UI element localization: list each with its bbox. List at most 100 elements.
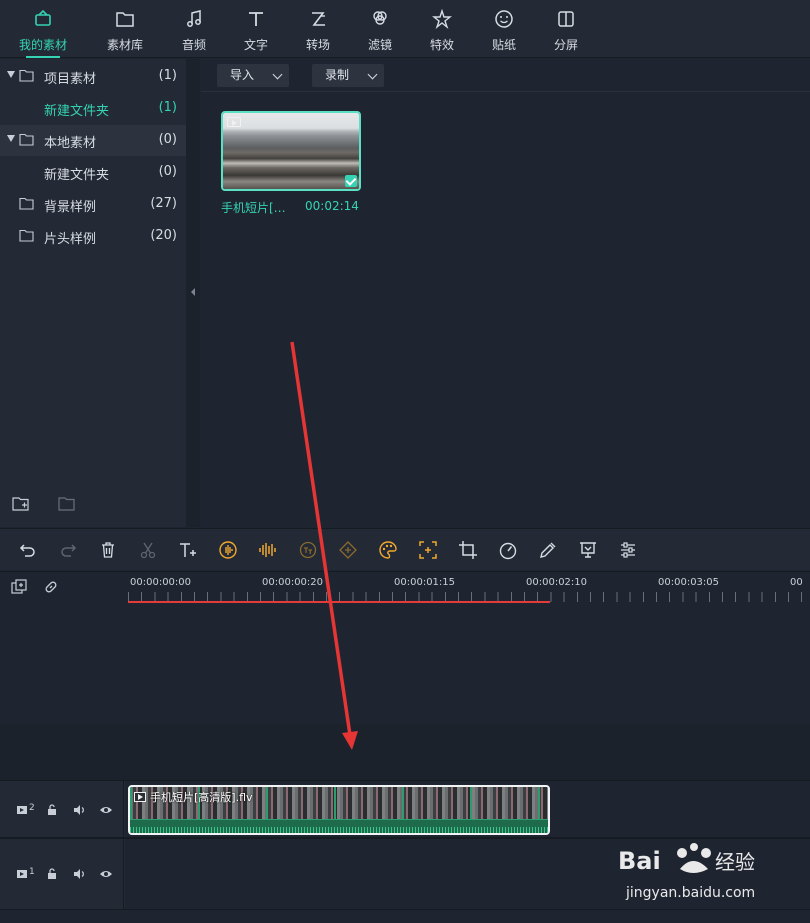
filter-icon	[373, 11, 387, 25]
speed-tt-button[interactable]	[298, 540, 318, 560]
record-label: 录制	[325, 68, 350, 82]
tt-circle-icon	[299, 541, 317, 559]
collapse-arrow-icon[interactable]	[191, 288, 195, 296]
nav-label: 素材库	[106, 38, 143, 52]
lock-icon[interactable]	[45, 803, 59, 817]
expand-caret-icon[interactable]	[7, 71, 15, 78]
cut-button[interactable]	[138, 540, 158, 560]
tree-item-label: 项目素材	[44, 72, 97, 87]
played-range-bar	[128, 601, 550, 603]
lock-icon[interactable]	[45, 867, 59, 881]
speaker-icon[interactable]	[72, 867, 86, 881]
color-button[interactable]	[378, 540, 398, 560]
link-icon[interactable]	[43, 579, 59, 595]
focus-plus-icon	[419, 541, 437, 559]
redo-icon	[61, 544, 77, 557]
import-dropdown[interactable]: 导入	[217, 64, 289, 87]
ruler-label: 00:00:03:05	[658, 577, 720, 588]
nav-filter[interactable]: 滤镜	[349, 6, 411, 56]
nav-audio[interactable]: 音频	[163, 6, 225, 56]
audio-mix-button[interactable]	[258, 540, 278, 560]
keyframe-button[interactable]	[338, 540, 358, 560]
speaker-icon[interactable]	[72, 803, 86, 817]
track-lane[interactable]: 手机短片[高清版].flv	[125, 781, 810, 837]
tree-item-local-media[interactable]: 本地素材 (0)	[0, 125, 186, 156]
tree-item-intro-samples[interactable]: 片头样例 (20)	[0, 221, 186, 252]
green-screen-button[interactable]	[578, 540, 598, 560]
video-type-icon	[134, 792, 146, 802]
nav-label: 音频	[181, 38, 206, 52]
tree-item-count: (1)	[158, 68, 177, 83]
nav-sticker[interactable]: 贴纸	[473, 6, 535, 56]
folder-icon[interactable]	[58, 496, 76, 512]
watermark-url: jingyan.baidu.com	[626, 885, 756, 901]
adjust-button[interactable]	[618, 540, 638, 560]
new-folder-icon[interactable]	[12, 496, 30, 512]
chevron-down-icon	[272, 69, 283, 80]
tree-item-count: (27)	[150, 196, 177, 211]
color-picker-button[interactable]	[538, 540, 558, 560]
record-dropdown[interactable]: 录制	[312, 64, 384, 87]
tree-item-count: (0)	[158, 164, 177, 179]
empty-track-lane	[0, 724, 810, 780]
speed-button[interactable]	[498, 540, 518, 560]
add-text-button[interactable]	[178, 540, 198, 560]
freeze-frame-button[interactable]	[418, 540, 438, 560]
ruler-label: 00:00:01:15	[394, 577, 456, 588]
folder-tree: 项目素材 (1) 新建文件夹 (1) 本地素材 (0) 新建文件夹 (0) 背景…	[0, 59, 186, 527]
tree-item-count: (20)	[150, 228, 177, 243]
video-type-icon	[227, 117, 241, 127]
track-header: 2	[0, 781, 124, 837]
svg-text:经验: 经验	[715, 850, 755, 874]
nav-label: 文字	[243, 38, 268, 52]
nav-transition[interactable]: 转场	[287, 6, 349, 56]
nav-label: 分屏	[553, 38, 578, 52]
ruler-label: 00:00:00:20	[262, 577, 324, 588]
eyedropper-icon	[540, 542, 556, 558]
tree-item-label: 本地素材	[44, 136, 97, 151]
folder-icon	[19, 69, 34, 82]
tree-item-background-samples[interactable]: 背景样例 (27)	[0, 189, 186, 220]
timeline-ruler[interactable]: 00:00:00:00 00:00:00:20 00:00:01:15 00:0…	[0, 571, 810, 603]
expand-caret-icon[interactable]	[7, 135, 15, 142]
active-tab-indicator	[26, 56, 60, 58]
add-track-icon[interactable]	[11, 579, 27, 595]
clip-audio-waveform	[130, 819, 548, 833]
tree-item-new-folder[interactable]: 新建文件夹 (0)	[0, 157, 186, 188]
nav-text[interactable]: 文字	[225, 6, 287, 56]
keyframe-diamond-icon	[339, 541, 357, 559]
folder-icon	[19, 229, 34, 242]
tree-item-count: (1)	[158, 100, 177, 115]
ruler-label: 00:00:00:00	[130, 577, 192, 588]
top-navigation: 我的素材 素材库 音频 文字 转场 滤镜 特效 贴纸 分屏	[0, 0, 810, 58]
ruler-label: 00	[790, 577, 803, 588]
undo-button[interactable]	[18, 540, 38, 560]
nav-label: 贴纸	[491, 38, 516, 52]
nav-my-media[interactable]: 我的素材	[12, 6, 74, 58]
delete-button[interactable]	[98, 540, 118, 560]
redo-button[interactable]	[58, 540, 78, 560]
eye-icon[interactable]	[99, 803, 113, 817]
audio-wave-icon	[219, 541, 237, 559]
media-panel: 导入 录制 手机短片[… 00:02:14	[201, 59, 810, 527]
tree-item-new-folder[interactable]: 新建文件夹 (1)	[0, 93, 186, 124]
text-icon	[249, 12, 263, 26]
nav-effects[interactable]: 特效	[411, 6, 473, 56]
crop-button[interactable]	[458, 540, 478, 560]
panel-splitter[interactable]	[186, 59, 200, 527]
nav-split-screen[interactable]: 分屏	[535, 6, 597, 56]
timeline-video-clip[interactable]: 手机短片[高清版].flv	[128, 785, 550, 835]
audio-detach-button[interactable]	[218, 540, 238, 560]
effects-star-icon	[432, 8, 452, 30]
sliders-icon	[621, 542, 635, 558]
checkmark-icon	[345, 175, 357, 187]
folder-icon	[19, 197, 34, 210]
nav-media-library[interactable]: 素材库	[94, 6, 156, 56]
baidu-logo-icon: Bai 经验	[618, 843, 755, 875]
video-track-icon	[17, 806, 27, 814]
tree-item-project-media[interactable]: 项目素材 (1)	[0, 61, 186, 92]
media-clip-thumbnail[interactable]	[221, 111, 361, 191]
speedometer-icon	[499, 542, 517, 560]
eye-icon[interactable]	[99, 867, 113, 881]
clip-name: 手机短片[…	[221, 201, 286, 215]
